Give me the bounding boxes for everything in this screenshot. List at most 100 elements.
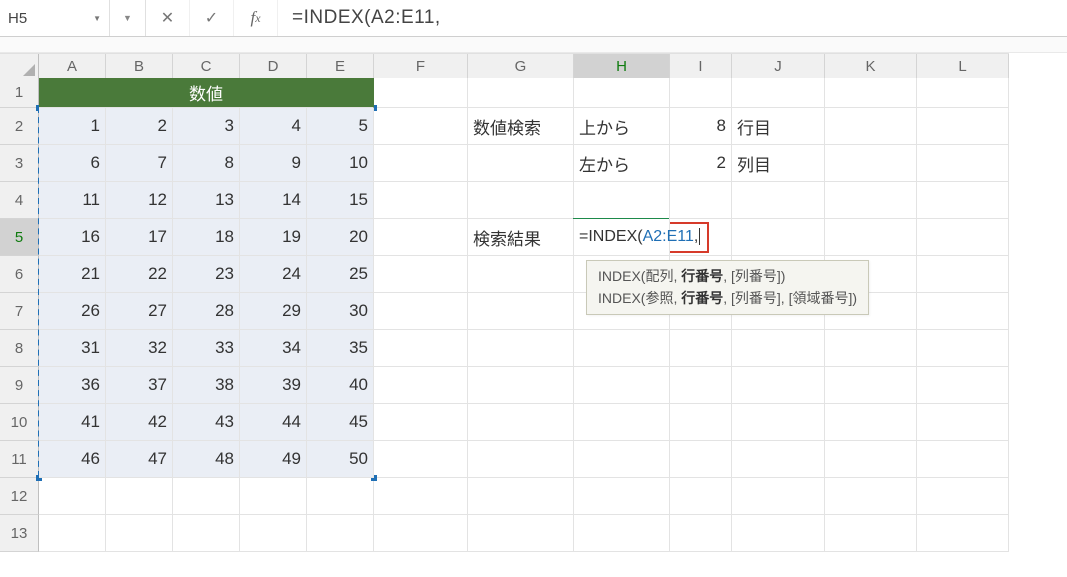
tooltip-line-2[interactable]: INDEX(参照, 行番号, [列番号], [領域番号]): [598, 288, 857, 310]
cell-G4[interactable]: [468, 182, 574, 219]
cell-A1[interactable]: 数値: [39, 78, 374, 108]
cell-I10[interactable]: [670, 404, 732, 441]
cell-K2[interactable]: [825, 108, 917, 145]
cell-G6[interactable]: [468, 256, 574, 293]
row-header-10[interactable]: 10: [0, 404, 39, 441]
cell-E8[interactable]: 35: [307, 330, 374, 367]
cell-A6[interactable]: 21: [39, 256, 106, 293]
cell-C4[interactable]: 13: [173, 182, 240, 219]
cell-B5[interactable]: 17: [106, 219, 173, 256]
row-header-1[interactable]: 1: [0, 78, 39, 108]
cell-G10[interactable]: [468, 404, 574, 441]
cell-J4[interactable]: [732, 182, 825, 219]
row-header-4[interactable]: 4: [0, 182, 39, 219]
spreadsheet-grid[interactable]: ABCDEFGHIJKL 12345678910111213 数値1234567…: [0, 37, 1067, 577]
cell-J8[interactable]: [732, 330, 825, 367]
cell-D8[interactable]: 34: [240, 330, 307, 367]
cell-H8[interactable]: [574, 330, 670, 367]
tooltip-line-1[interactable]: INDEX(配列, 行番号, [列番号]): [598, 266, 857, 288]
fx-icon[interactable]: fx: [234, 0, 278, 36]
cell-F10[interactable]: [374, 404, 468, 441]
cell-H12[interactable]: [574, 478, 670, 515]
cell-H1[interactable]: [574, 78, 670, 108]
cell-D12[interactable]: [240, 478, 307, 515]
cell-A13[interactable]: [39, 515, 106, 552]
cell-K5[interactable]: [825, 219, 917, 256]
cell-K1[interactable]: [825, 78, 917, 108]
cell-I11[interactable]: [670, 441, 732, 478]
cell-J10[interactable]: [732, 404, 825, 441]
cell-D6[interactable]: 24: [240, 256, 307, 293]
cell-B13[interactable]: [106, 515, 173, 552]
cell-F5[interactable]: [374, 219, 468, 256]
cell-I9[interactable]: [670, 367, 732, 404]
cell-I13[interactable]: [670, 515, 732, 552]
cell-F1[interactable]: [374, 78, 468, 108]
row-header-11[interactable]: 11: [0, 441, 39, 478]
cell-D3[interactable]: 9: [240, 145, 307, 182]
cell-F12[interactable]: [374, 478, 468, 515]
cell-L12[interactable]: [917, 478, 1009, 515]
cell-K12[interactable]: [825, 478, 917, 515]
column-header-A[interactable]: A: [39, 54, 106, 79]
cell-F7[interactable]: [374, 293, 468, 330]
cell-A7[interactable]: 26: [39, 293, 106, 330]
cell-C7[interactable]: 28: [173, 293, 240, 330]
cell-J2[interactable]: 行目: [732, 108, 825, 145]
name-box[interactable]: H5 ▼: [0, 0, 110, 36]
column-header-F[interactable]: F: [374, 54, 468, 79]
cell-F11[interactable]: [374, 441, 468, 478]
cell-F8[interactable]: [374, 330, 468, 367]
cell-K3[interactable]: [825, 145, 917, 182]
cell-H2[interactable]: 上から: [574, 108, 670, 145]
column-header-G[interactable]: G: [468, 54, 574, 79]
cell-F6[interactable]: [374, 256, 468, 293]
cell-K4[interactable]: [825, 182, 917, 219]
cell-L5[interactable]: [917, 219, 1009, 256]
cell-J12[interactable]: [732, 478, 825, 515]
cell-L13[interactable]: [917, 515, 1009, 552]
function-tooltip[interactable]: INDEX(配列, 行番号, [列番号])INDEX(参照, 行番号, [列番号…: [586, 260, 869, 315]
cell-G7[interactable]: [468, 293, 574, 330]
cell-D7[interactable]: 29: [240, 293, 307, 330]
cell-J5[interactable]: [732, 219, 825, 256]
cell-L10[interactable]: [917, 404, 1009, 441]
cell-E9[interactable]: 40: [307, 367, 374, 404]
row-header-9[interactable]: 9: [0, 367, 39, 404]
row-header-3[interactable]: 3: [0, 145, 39, 182]
cell-H9[interactable]: [574, 367, 670, 404]
cell-C2[interactable]: 3: [173, 108, 240, 145]
row-header-8[interactable]: 8: [0, 330, 39, 367]
cell-F3[interactable]: [374, 145, 468, 182]
cell-C10[interactable]: 43: [173, 404, 240, 441]
cell-D13[interactable]: [240, 515, 307, 552]
column-header-E[interactable]: E: [307, 54, 374, 79]
cell-I12[interactable]: [670, 478, 732, 515]
cell-L7[interactable]: [917, 293, 1009, 330]
cell-F2[interactable]: [374, 108, 468, 145]
cell-H5[interactable]: =INDEX(A2:E11,: [574, 219, 670, 256]
cell-A2[interactable]: 1: [39, 108, 106, 145]
cell-L1[interactable]: [917, 78, 1009, 108]
column-header-C[interactable]: C: [173, 54, 240, 79]
insert-function-dropdown-icon[interactable]: ▼: [110, 0, 146, 36]
cell-C3[interactable]: 8: [173, 145, 240, 182]
cell-K10[interactable]: [825, 404, 917, 441]
cell-K9[interactable]: [825, 367, 917, 404]
cell-A11[interactable]: 46: [39, 441, 106, 478]
cell-B10[interactable]: 42: [106, 404, 173, 441]
cell-B2[interactable]: 2: [106, 108, 173, 145]
cell-K8[interactable]: [825, 330, 917, 367]
cell-J9[interactable]: [732, 367, 825, 404]
column-header-D[interactable]: D: [240, 54, 307, 79]
cell-A10[interactable]: 41: [39, 404, 106, 441]
column-header-B[interactable]: B: [106, 54, 173, 79]
cell-L3[interactable]: [917, 145, 1009, 182]
cell-B3[interactable]: 7: [106, 145, 173, 182]
cell-C12[interactable]: [173, 478, 240, 515]
cell-C6[interactable]: 23: [173, 256, 240, 293]
cell-D11[interactable]: 49: [240, 441, 307, 478]
column-header-K[interactable]: K: [825, 54, 917, 79]
column-header-H[interactable]: H: [574, 54, 670, 79]
cell-A12[interactable]: [39, 478, 106, 515]
